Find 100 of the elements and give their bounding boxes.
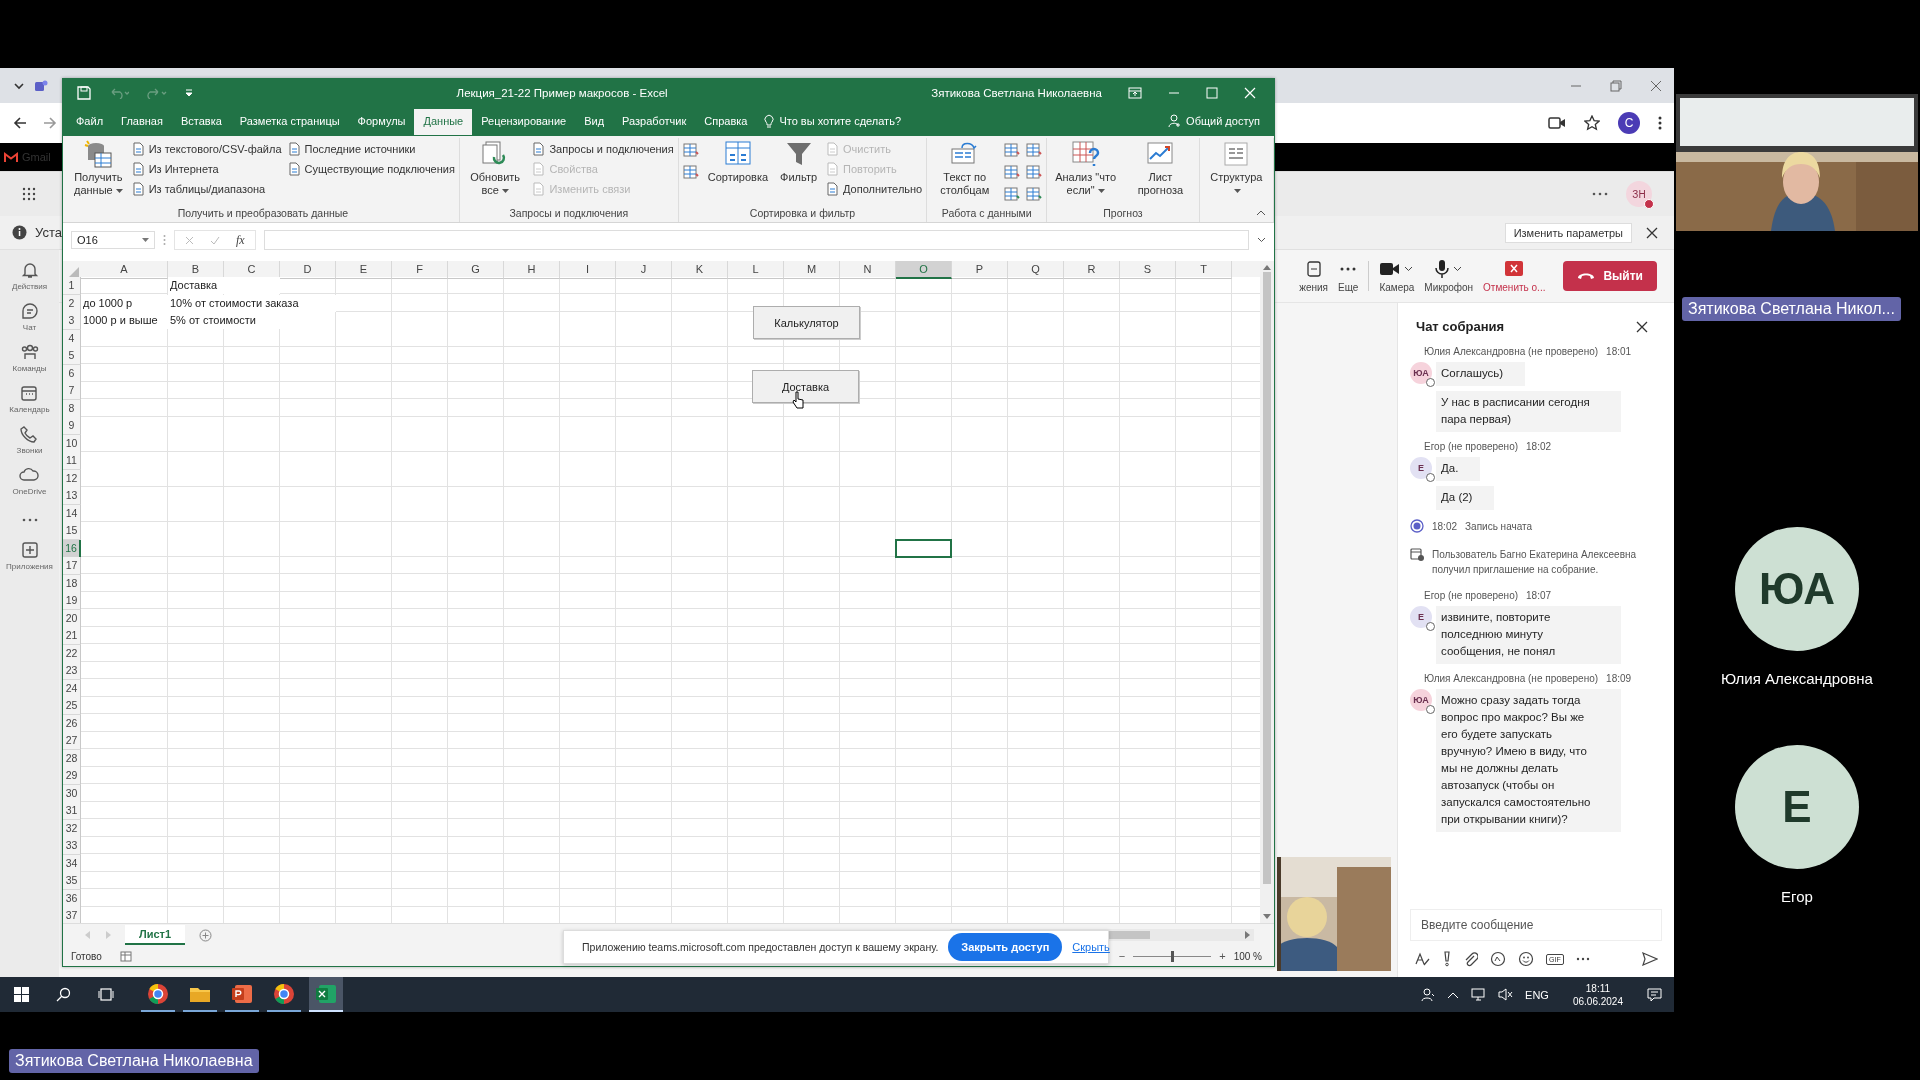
column-header[interactable]: M [784, 261, 840, 279]
call-control-button[interactable]: Отменить о... [1483, 259, 1546, 293]
column-header[interactable]: A [81, 261, 168, 279]
user-avatar[interactable]: ЗН [1626, 181, 1652, 207]
ribbon-button[interactable]: Запросы и подключения [532, 140, 674, 158]
column-header[interactable]: R [1064, 261, 1120, 279]
column-header[interactable]: S [1120, 261, 1176, 279]
clock-time[interactable]: 18:11 [1585, 981, 1611, 995]
row-header[interactable]: 23 [63, 662, 81, 680]
hide-link[interactable]: Скрыть [1072, 941, 1110, 953]
row-header[interactable]: 33 [63, 837, 81, 855]
column-header[interactable]: J [616, 261, 672, 279]
tell-me-field[interactable]: Что вы хотите сделать? [756, 108, 909, 136]
row-header[interactable]: 15 [63, 522, 81, 540]
language-indicator[interactable]: ENG [1525, 988, 1549, 1001]
name-box[interactable]: O16 [71, 231, 155, 249]
call-control-button[interactable]: жения [1299, 259, 1329, 293]
ribbon-tab[interactable]: Рецензирование [472, 109, 576, 135]
rail-item[interactable]: Звонки [16, 424, 43, 455]
ribbon-button[interactable]: Дополнительно [826, 180, 923, 198]
ribbon-tab[interactable]: Формулы [348, 109, 415, 135]
row-header[interactable]: 7 [63, 382, 81, 400]
rail-item[interactable]: Чат [19, 301, 40, 332]
group-label: Запросы и подключения [509, 207, 629, 219]
row-header[interactable]: 1 [63, 277, 81, 295]
row-header[interactable]: 9 [63, 417, 81, 435]
row-header[interactable]: 21 [63, 627, 81, 645]
row-header[interactable]: 37 [63, 907, 81, 923]
leave-button[interactable]: Выйти [1563, 261, 1657, 291]
column-header[interactable]: G [448, 261, 504, 279]
message-input[interactable]: Введите сообщение [1410, 909, 1662, 941]
rail-item[interactable]: Приложения [6, 540, 53, 571]
row-header[interactable]: 27 [63, 732, 81, 750]
ribbon-tab[interactable]: Разработчик [613, 109, 696, 135]
column-header[interactable]: Q [1008, 261, 1064, 279]
column-header[interactable]: O [896, 261, 952, 279]
zoom-in-button[interactable]: + [1219, 950, 1226, 962]
row-header[interactable]: 13 [63, 487, 81, 505]
clock-date[interactable]: 06.06.2024 [1572, 994, 1623, 1008]
column-header[interactable]: L [728, 261, 784, 279]
row-header[interactable]: 5 [63, 347, 81, 365]
share-button[interactable]: Общий доступ [1168, 114, 1260, 136]
profile-avatar[interactable]: C [1618, 112, 1640, 134]
ribbon-tab[interactable]: Файл [67, 109, 113, 135]
ribbon-tab[interactable]: Вставка [171, 109, 231, 135]
row-header[interactable]: 17 [63, 557, 81, 575]
rail-item[interactable]: Календарь [9, 383, 50, 414]
ribbon-button[interactable]: Фильтр [777, 138, 821, 185]
ribbon-button[interactable]: Обновить все [463, 138, 527, 198]
ribbon-button[interactable]: Лист прогноза [1126, 138, 1195, 198]
message-bubble: Да (2) [1436, 486, 1495, 510]
ribbon-button[interactable]: Из таблицы/диапазона [131, 180, 282, 198]
message-author: Егор (не проверено) [1424, 590, 1519, 601]
ribbon-button[interactable]: Существующие подключения [287, 160, 455, 178]
call-control-button[interactable]: Микрофон [1424, 259, 1474, 293]
column-header[interactable]: T [1176, 261, 1232, 279]
ribbon-button[interactable]: Анализ "что если" [1051, 138, 1120, 198]
column-header[interactable]: H [504, 261, 560, 279]
ribbon-tab[interactable]: Главная [112, 109, 172, 135]
message-bubble: У нас в расписании сегодня пара первая) [1436, 391, 1621, 432]
sheet-tab[interactable]: Лист1 [125, 925, 186, 945]
change-settings-button[interactable]: Изменить параметры [1504, 222, 1632, 243]
macro-button[interactable]: Калькулятор [753, 306, 860, 339]
ribbon-button[interactable]: Текст по столбцам [931, 138, 999, 198]
call-control-button[interactable]: Камера [1379, 259, 1415, 293]
column-header[interactable]: K [672, 261, 728, 279]
ribbon-button[interactable]: Получить данные [71, 138, 126, 198]
column-header[interactable]: I [560, 261, 616, 279]
rail-item[interactable]: Действия [11, 260, 48, 291]
row-header[interactable]: 11 [63, 452, 81, 470]
call-control-button[interactable]: Еще [1338, 259, 1359, 293]
ribbon-tab[interactable]: Вид [575, 109, 614, 135]
row-header[interactable]: 29 [63, 767, 81, 785]
macro-button[interactable]: Доставка [752, 370, 859, 403]
ribbon-tab[interactable]: Данные [414, 109, 473, 135]
column-header[interactable]: P [952, 261, 1008, 279]
insert-function-button[interactable]: fx [236, 232, 245, 248]
ribbon-button[interactable]: Последние источники [287, 140, 455, 158]
group-label: Прогноз [1103, 207, 1143, 219]
column-header[interactable]: F [392, 261, 448, 279]
stop-sharing-button[interactable]: Закрыть доступ [948, 933, 1063, 961]
message-bubble: Соглашусь) [1436, 362, 1526, 386]
ribbon-tab[interactable]: Справка [695, 109, 757, 135]
ribbon-button[interactable]: Сортировка [704, 138, 772, 185]
ribbon-button[interactable]: Структура [1203, 138, 1269, 198]
zoom-level[interactable]: 100 % [1233, 950, 1262, 962]
zoom-out-button[interactable]: − [1118, 950, 1126, 962]
row-header[interactable]: 3 [63, 312, 81, 330]
column-header[interactable]: E [336, 261, 392, 279]
column-header[interactable]: D [280, 261, 336, 279]
row-header[interactable]: 31 [63, 802, 81, 820]
row-header[interactable]: 35 [63, 872, 81, 890]
ribbon-tab[interactable]: Разметка страницы [230, 109, 349, 135]
row-header[interactable]: 25 [63, 697, 81, 715]
rail-item[interactable]: Команды [12, 342, 47, 373]
row-header[interactable]: 19 [63, 592, 81, 610]
rail-item[interactable]: OneDrive [12, 465, 47, 496]
table-cell: 10% от стоимости заказа [168, 294, 336, 313]
ribbon-button[interactable]: Из Интернета [131, 160, 282, 178]
ribbon-button[interactable]: Из текстового/CSV-файла [131, 140, 282, 158]
